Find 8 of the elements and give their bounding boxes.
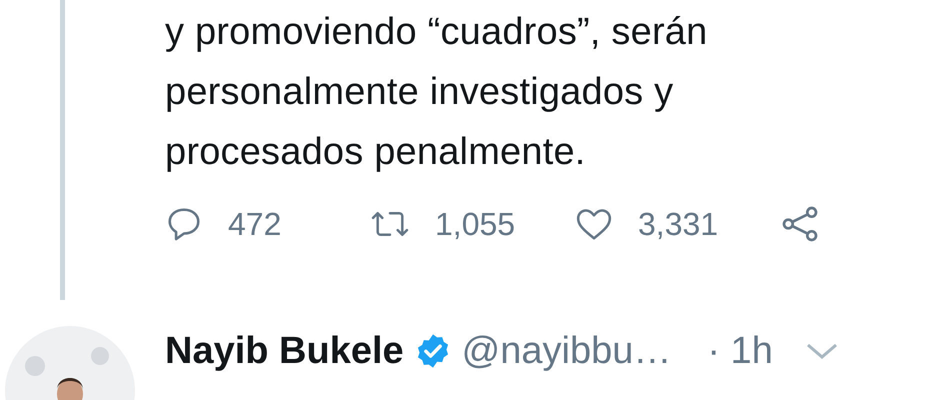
like-count: 3,331 [638,206,718,242]
retweet-count: 1,055 [435,206,516,242]
share-icon[interactable] [780,204,820,244]
tweet-time: · 1h [707,330,773,372]
author-name[interactable]: Nayib Bukele [165,330,404,372]
tweet-text: y promoviendo “cuadros”, serán personalmente investigados y procesados penalmente. [165,10,708,175]
reply-count: 472 [228,206,282,242]
author-handle: @nayibbu… [462,330,672,372]
